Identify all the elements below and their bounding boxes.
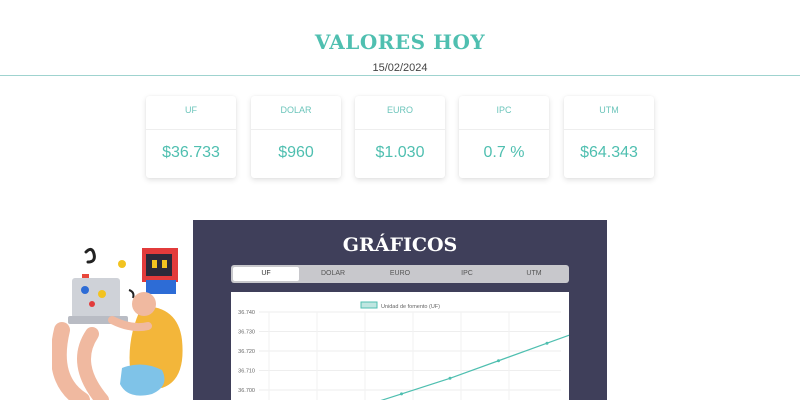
card-value: 0.7 %	[483, 144, 525, 161]
card-ipc: IPC 0.7 %	[459, 96, 549, 178]
data-point[interactable]	[448, 376, 452, 380]
card-divider	[146, 129, 236, 130]
squiggle-icon	[128, 289, 135, 299]
card-dolar: DOLAR $960	[251, 96, 341, 178]
card-divider	[459, 129, 549, 130]
card-label: DOLAR	[280, 105, 312, 115]
y-tick-label: 36.710	[238, 369, 255, 375]
card-divider	[564, 129, 654, 130]
laptop-icon	[72, 278, 120, 318]
charts-panel: GRÁFICOS UF DOLAR EURO IPC UTM 36.740 36.…	[193, 220, 607, 400]
card-utm: UTM $64.343	[564, 96, 654, 178]
legend-label: Unidad de fomento (UF)	[381, 304, 440, 310]
card-euro: EURO $1.030	[355, 96, 445, 178]
person-head	[132, 292, 156, 316]
card-value: $36.733	[162, 144, 220, 161]
indicator-cards: UF $36.733 DOLAR $960 EURO $1.030 IPC 0.…	[146, 96, 656, 180]
card-value: $1.030	[375, 144, 425, 161]
tab-uf[interactable]: UF	[233, 267, 299, 281]
header: VALORES HOY 15/02/2024	[0, 0, 800, 76]
y-tick-label: 36.730	[238, 330, 255, 336]
legend-swatch	[360, 301, 378, 309]
illustration-graphic	[50, 247, 183, 400]
data-point[interactable]	[545, 341, 549, 345]
charts-heading: GRÁFICOS	[342, 234, 458, 256]
person-shorts	[120, 364, 165, 396]
card-label: UF	[185, 105, 197, 115]
data-point[interactable]	[497, 359, 500, 363]
person-laptop-illustration	[50, 240, 202, 400]
chart-tabs: UF DOLAR EURO IPC UTM	[231, 265, 569, 283]
tab-utm[interactable]: UTM	[501, 267, 567, 281]
y-tick-label: 36.720	[238, 349, 255, 355]
card-value: $960	[278, 144, 314, 161]
y-tick-label: 36.740	[238, 310, 255, 316]
page-title: VALORES HOY	[314, 30, 486, 54]
squiggle-icon	[84, 247, 96, 264]
line-chart-svg: 36.740 36.730 36.720 36.710 36.700 Unidad de…	[238, 301, 569, 400]
card-label: EURO	[386, 105, 413, 115]
card-value: $64.343	[580, 144, 638, 161]
card-divider	[251, 129, 341, 130]
tab-euro[interactable]: EURO	[367, 267, 433, 281]
confetti-icon	[82, 274, 89, 278]
coin-icon	[118, 260, 126, 268]
tab-dolar[interactable]: DOLAR	[300, 267, 366, 281]
card-divider	[355, 129, 445, 130]
card-uf: UF $36.733	[146, 96, 236, 178]
card-label: IPC	[496, 105, 512, 115]
data-point[interactable]	[400, 392, 403, 396]
page-date: 15/02/2024	[372, 62, 428, 74]
line-chart: 36.740 36.730 36.720 36.710 36.700 Unidad de…	[231, 292, 569, 400]
tab-ipc[interactable]: IPC	[434, 267, 500, 281]
card-label: UTM	[599, 105, 619, 115]
y-tick-label: 36.700	[238, 388, 255, 394]
